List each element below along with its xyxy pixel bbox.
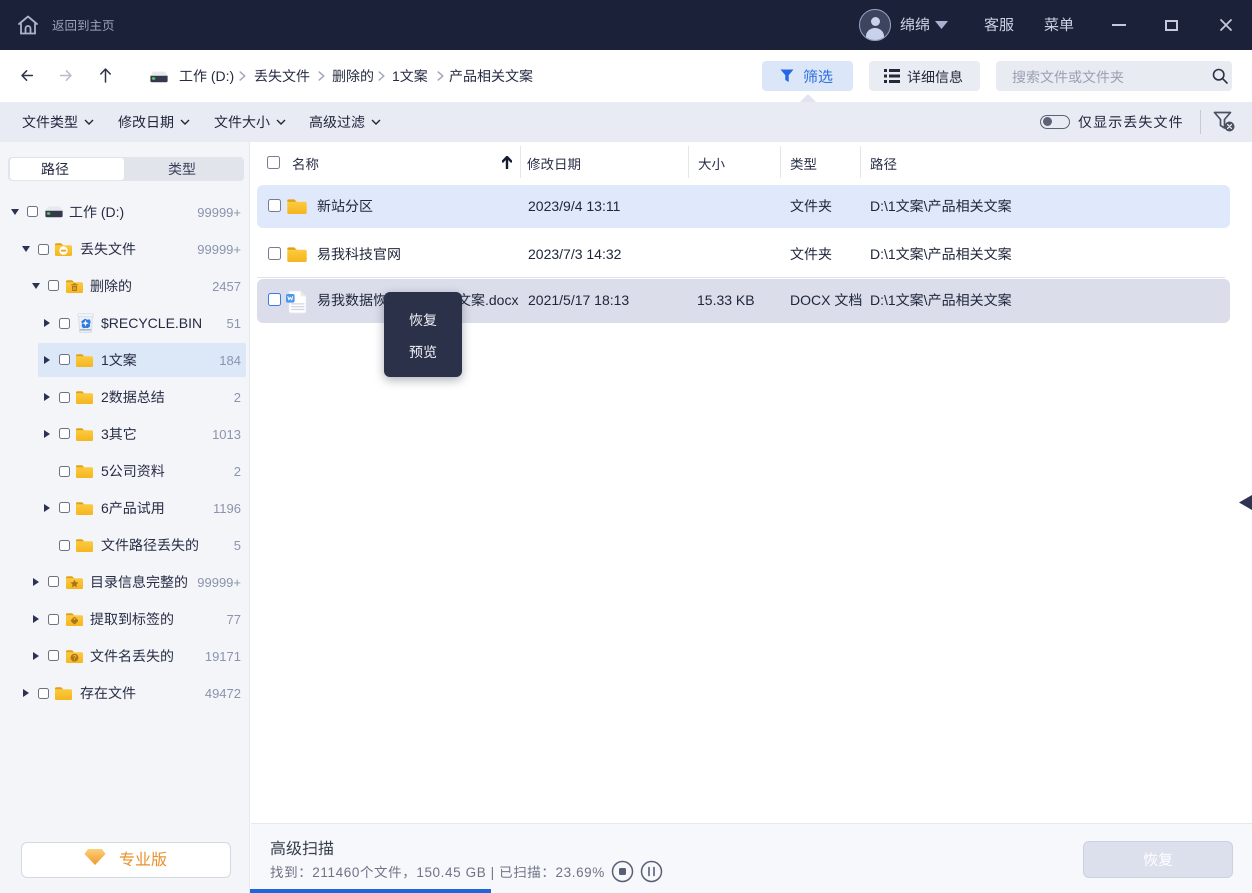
svg-text:?: ? xyxy=(72,653,77,662)
